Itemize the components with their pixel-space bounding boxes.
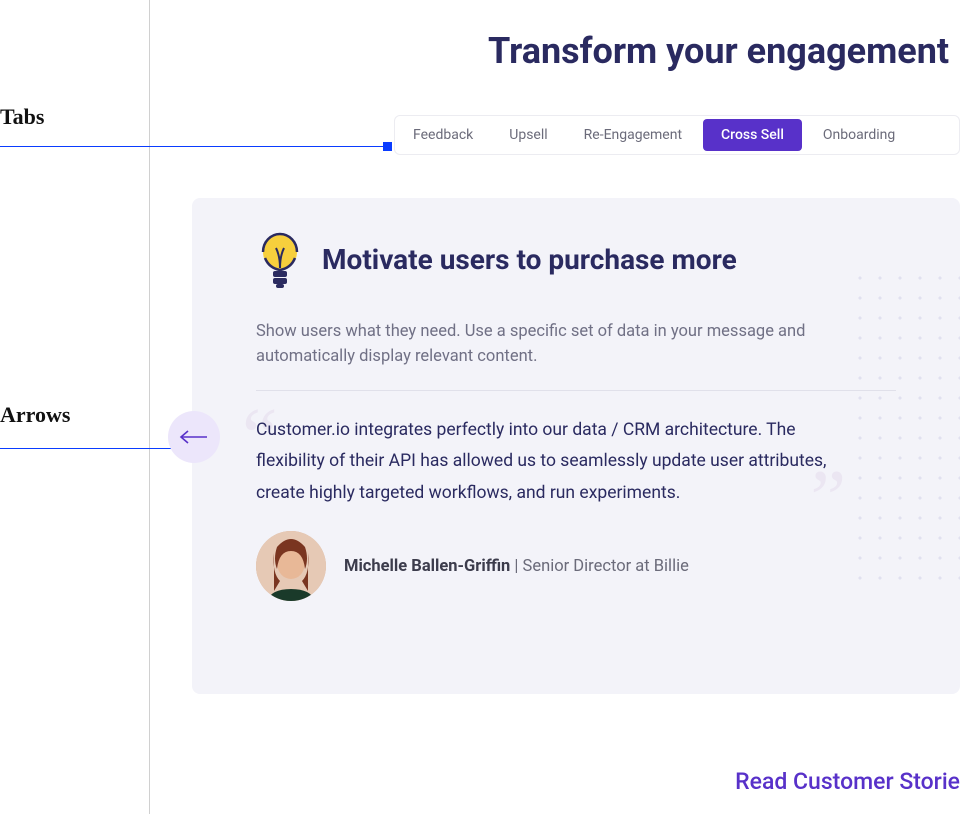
annotation-label-arrows: Arrows [0,402,70,428]
feature-card: Motivate users to purchase more Show use… [192,198,960,694]
tab-feedback[interactable]: Feedback [395,116,491,154]
card-description: Show users what they need. Use a specifi… [256,320,816,370]
author-line: Michelle Ballen-Griffin | Senior Directo… [344,557,689,576]
author-title: Senior Director at Billie [523,557,689,576]
read-customer-stories-link[interactable]: Read Customer Storie [735,768,960,795]
tabs-bar: Feedback Upsell Re-Engagement Cross Sell… [394,115,960,155]
quote-block: “ Customer.io integrates perfectly into … [256,415,836,510]
quote-text: Customer.io integrates perfectly into ou… [256,415,836,510]
tab-upsell[interactable]: Upsell [491,116,565,154]
annotation-column: Tabs Arrows [0,0,150,814]
close-quote-icon: ” [810,459,846,539]
annotation-label-tabs: Tabs [0,104,44,130]
author-row: Michelle Ballen-Griffin | Senior Directo… [256,531,896,601]
tab-onboarding[interactable]: Onboarding [805,116,913,154]
main-content: Transform your engagement Feedback Upsel… [150,0,960,814]
divider [256,390,896,391]
previous-arrow-button[interactable] [168,411,220,463]
tab-reengagement[interactable]: Re-Engagement [566,116,700,154]
card-header: Motivate users to purchase more [256,228,896,290]
arrow-left-icon [179,429,209,445]
card-title: Motivate users to purchase more [322,243,737,276]
avatar [256,531,326,601]
lightbulb-icon [256,228,304,290]
author-name: Michelle Ballen-Griffin [344,557,510,576]
tab-cross-sell[interactable]: Cross Sell [703,119,802,151]
page-title: Transform your engagement [488,30,949,72]
dot-pattern [850,268,960,588]
